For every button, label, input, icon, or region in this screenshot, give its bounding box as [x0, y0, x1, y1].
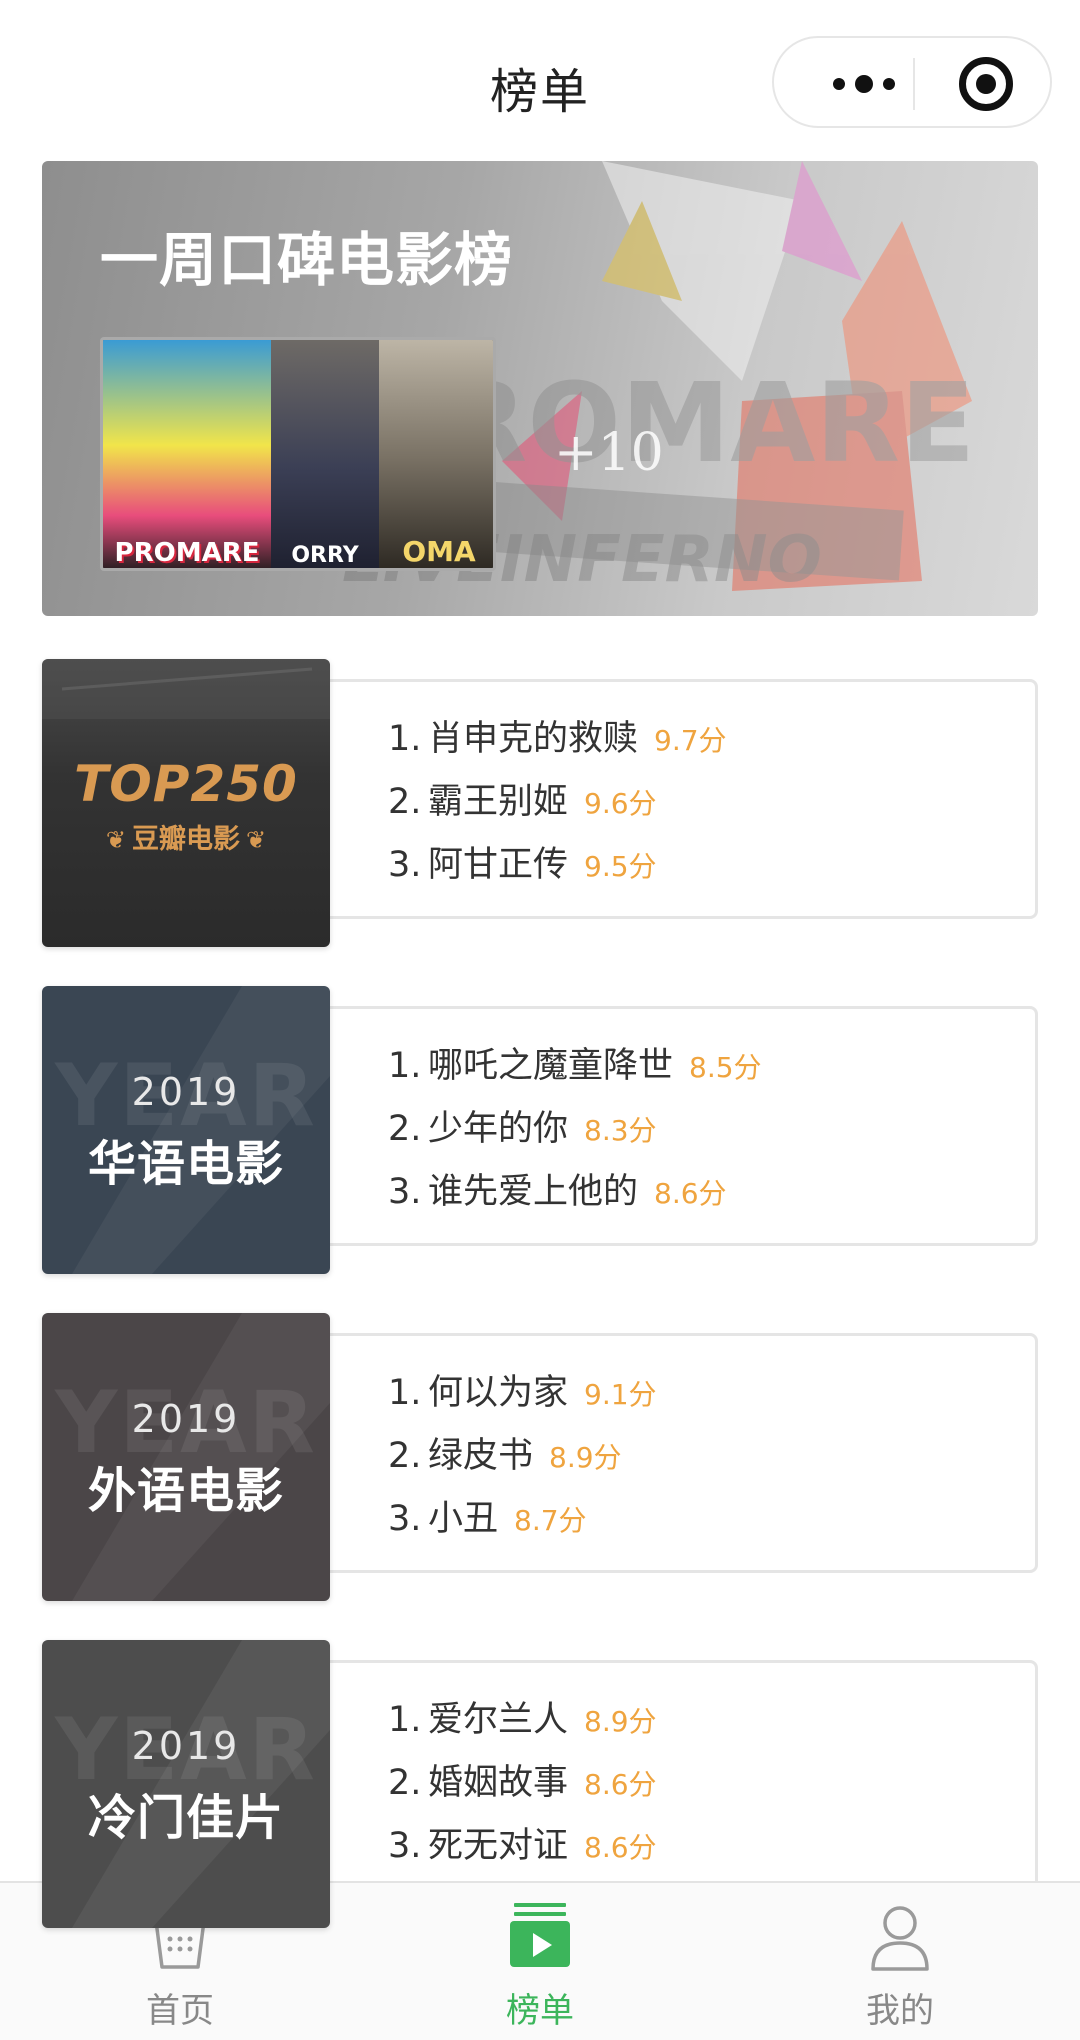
ranking-card-foreign-films[interactable]: YEAR 2019 外语电影 1. 何以为家 9.1分 2. 绿皮书 8.9分 3. 小丑… [42, 1313, 1038, 1601]
ranking-preview-list: 1. 何以为家 9.1分 2. 绿皮书 8.9分 3. 小丑 8.7分 [388, 1364, 657, 1553]
list-item[interactable]: 3. 小丑 8.7分 [388, 1490, 657, 1553]
chinese-films-cover: YEAR 2019 华语电影 [42, 986, 330, 1274]
tab-mine[interactable]: 我的 [720, 1883, 1080, 2040]
list-item[interactable]: 1. 哪吒之魔童降世 8.5分 [388, 1037, 762, 1100]
tab-label: 我的 [866, 1991, 934, 2031]
list-item[interactable]: 2. 婚姻故事 8.6分 [388, 1754, 657, 1817]
movie-score: 8.9分 [549, 1441, 622, 1474]
poster-caption: OMA [402, 535, 476, 568]
more-count-label: +10 [554, 423, 664, 483]
cover-name: 外语电影 [87, 1463, 284, 1519]
close-miniprogram-icon[interactable] [959, 57, 1013, 111]
movie-score: 9.6分 [584, 787, 657, 820]
list-item[interactable]: 1. 肖申克的救赎 9.7分 [388, 710, 727, 773]
movie-score: 8.3分 [584, 1114, 657, 1147]
poster-road-to-roma: OMA [379, 340, 493, 568]
movie-title: 何以为家 [428, 1373, 569, 1413]
ranking-preview-box: 1. 哪吒之魔童降世 8.5分 2. 少年的你 8.3分 3. 谁先爱上他的 8.6分 [330, 1006, 1038, 1246]
movie-title: 阿甘正传 [428, 845, 569, 885]
tab-label: 首页 [146, 1991, 214, 2031]
list-item[interactable]: 2. 少年的你 8.3分 [388, 1100, 762, 1163]
cover-year: 2019 [131, 1724, 241, 1768]
movie-title: 死无对证 [428, 1826, 569, 1866]
poster-promare: PROMARE [103, 340, 271, 568]
ranking-preview-list: 1. 肖申克的救赎 9.7分 2. 霸王别姬 9.6分 3. 阿甘正传 9.5分 [388, 710, 727, 899]
movie-title: 少年的你 [428, 1109, 569, 1149]
movie-score: 9.5分 [584, 850, 657, 883]
cover-year: 2019 [131, 1070, 241, 1114]
ranking-card-chinese-films[interactable]: YEAR 2019 华语电影 1. 哪吒之魔童降世 8.5分 2. 少年的你 8.3分 … [42, 986, 1038, 1274]
top-nav-bar: 榜单 [0, 0, 1080, 160]
cover-name: 华语电影 [87, 1136, 284, 1192]
banner-title: 一周口碑电影榜 [100, 226, 514, 294]
ranking-card-top250[interactable]: TOP250 ❦ 豆瓣电影 ❦ 1. 肖申克的救赎 9.7分 2. 霸王别姬 9.6分 3.… [42, 659, 1038, 947]
poster-caption: ORRY [291, 543, 359, 568]
page: 榜单 PROMARE LIVEINFERNO 一周口碑电影榜 PROMARE O… [0, 0, 1080, 2040]
movie-score: 8.6分 [584, 1831, 657, 1864]
capsule-divider [913, 58, 915, 110]
list-item[interactable]: 2. 霸王别姬 9.6分 [388, 773, 727, 836]
weekly-ranking-banner[interactable]: PROMARE LIVEINFERNO 一周口碑电影榜 PROMARE ORRY… [42, 161, 1038, 616]
douban-movie-label: ❦ 豆瓣电影 ❦ [105, 824, 267, 855]
ranking-preview-box: 1. 肖申克的救赎 9.7分 2. 霸王别姬 9.6分 3. 阿甘正传 9.5分 [330, 679, 1038, 919]
list-item[interactable]: 2. 绿皮书 8.9分 [388, 1427, 657, 1490]
poster-caption: PROMARE [114, 538, 260, 568]
miniprogram-capsule [772, 36, 1052, 128]
movie-score: 8.6分 [654, 1177, 727, 1210]
user-icon [871, 1906, 929, 1971]
movie-score: 8.6分 [584, 1768, 657, 1801]
ranking-play-icon [510, 1903, 570, 1967]
movie-title: 小丑 [428, 1499, 499, 1539]
movie-score: 8.7分 [514, 1504, 587, 1537]
movie-title: 霸王别姬 [428, 782, 569, 822]
hidden-gems-cover: YEAR 2019 冷门佳片 [42, 1640, 330, 1928]
movie-title: 肖申克的救赎 [428, 719, 639, 759]
cover-year: 2019 [131, 1397, 241, 1441]
laurel-left-icon: ❦ [105, 826, 126, 854]
top250-logo: TOP250 [74, 755, 298, 813]
tab-ranking[interactable]: 榜单 [360, 1883, 720, 2040]
movie-score: 9.1分 [584, 1378, 657, 1411]
poster-sorry-we-missed-you: ORRY [271, 340, 379, 568]
ranking-preview-list: 1. 爱尔兰人 8.9分 2. 婚姻故事 8.6分 3. 死无对证 8.6分 [388, 1691, 657, 1880]
movie-title: 哪吒之魔童降世 [428, 1046, 674, 1086]
cover-name: 冷门佳片 [87, 1790, 284, 1846]
more-options-icon[interactable] [814, 65, 914, 103]
movie-score: 8.5分 [689, 1051, 762, 1084]
movie-title: 绿皮书 [428, 1436, 534, 1476]
tab-label: 榜单 [506, 1991, 574, 2031]
list-item[interactable]: 3. 死无对证 8.6分 [388, 1817, 657, 1880]
list-item[interactable]: 3. 阿甘正传 9.5分 [388, 836, 727, 899]
ranking-preview-box: 1. 何以为家 9.1分 2. 绿皮书 8.9分 3. 小丑 8.7分 [330, 1333, 1038, 1573]
list-item[interactable]: 1. 爱尔兰人 8.9分 [388, 1691, 657, 1754]
top250-cover: TOP250 ❦ 豆瓣电影 ❦ [42, 659, 330, 947]
poster-stack: PROMARE ORRY OMA [100, 337, 496, 571]
movie-score: 8.9分 [584, 1705, 657, 1738]
movie-title: 谁先爱上他的 [428, 1172, 639, 1212]
movie-title: 婚姻故事 [428, 1763, 569, 1803]
list-item[interactable]: 1. 何以为家 9.1分 [388, 1364, 657, 1427]
ranking-preview-box: 1. 爱尔兰人 8.9分 2. 婚姻故事 8.6分 3. 死无对证 8.6分 [330, 1660, 1038, 1900]
laurel-right-icon: ❦ [246, 826, 267, 854]
foreign-films-cover: YEAR 2019 外语电影 [42, 1313, 330, 1601]
movie-score: 9.7分 [654, 724, 727, 757]
list-item[interactable]: 3. 谁先爱上他的 8.6分 [388, 1163, 762, 1226]
ranking-preview-list: 1. 哪吒之魔童降世 8.5分 2. 少年的你 8.3分 3. 谁先爱上他的 8.6分 [388, 1037, 762, 1226]
movie-title: 爱尔兰人 [428, 1700, 569, 1740]
